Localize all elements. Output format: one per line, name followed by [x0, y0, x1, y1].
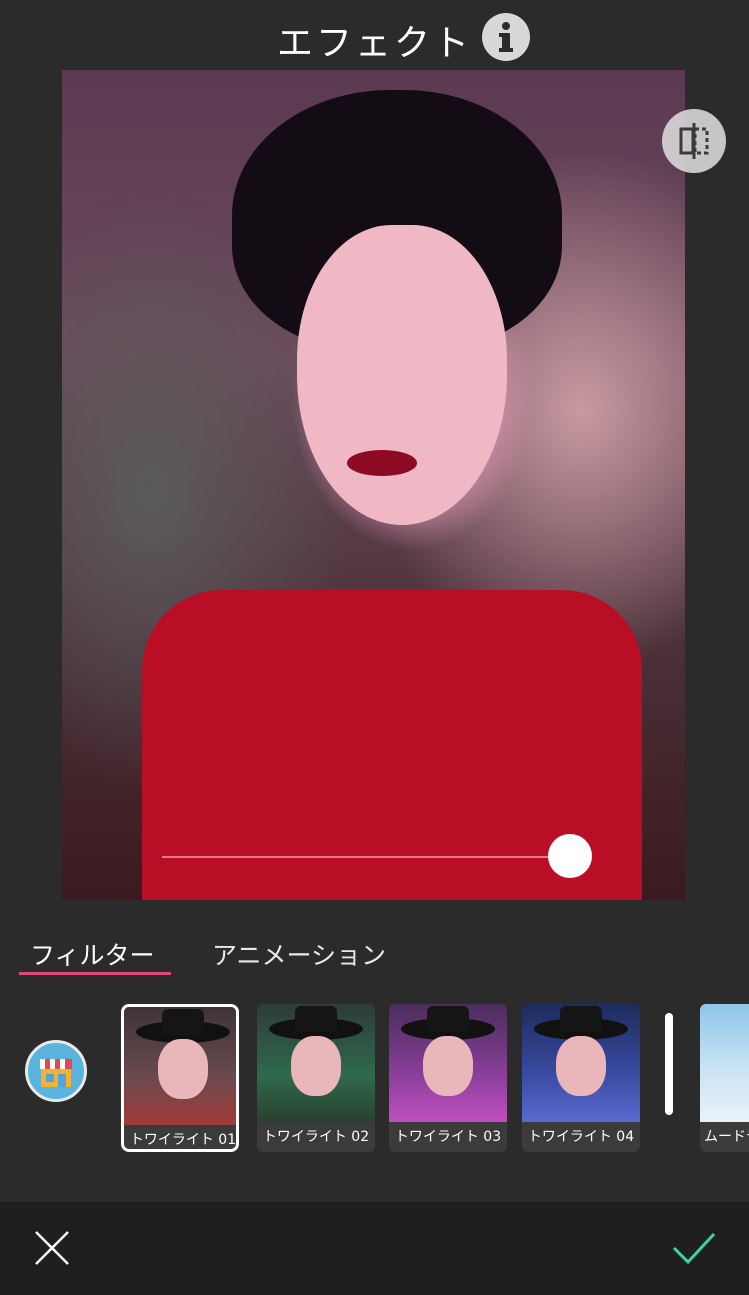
info-icon: [499, 22, 513, 52]
filter-thumbnail: [700, 1004, 749, 1122]
photo-lips: [347, 450, 417, 476]
tab-animation[interactable]: アニメーション: [212, 936, 386, 972]
bottom-toolbar: [0, 1202, 749, 1295]
filter-thumbnail: [389, 1004, 507, 1122]
thumbnail-hat-top: [295, 1006, 337, 1032]
page-title: エフェクト: [276, 23, 472, 64]
photo-face: [297, 225, 507, 525]
thumbnail-face: [423, 1036, 473, 1096]
photo-preview[interactable]: [62, 70, 685, 900]
close-icon: [35, 1231, 69, 1265]
info-button[interactable]: [482, 13, 530, 61]
filter-card-twilight-03[interactable]: トワイライト 03: [389, 1004, 507, 1152]
filter-card-mood[interactable]: ムードデ: [700, 1004, 749, 1152]
header: エフェクト: [0, 0, 749, 70]
filter-label: トワイライト 03: [394, 1129, 502, 1145]
compare-icon: [679, 123, 709, 159]
filter-card-twilight-02[interactable]: トワイライト 02: [257, 1004, 375, 1152]
filter-group-divider: [665, 1013, 673, 1115]
thumbnail-hat-top: [560, 1006, 602, 1032]
intensity-slider-thumb[interactable]: [548, 834, 592, 878]
filter-label: ムードデ: [704, 1129, 749, 1145]
filter-label: トワイライト 01: [129, 1132, 237, 1148]
filter-thumbnail: [124, 1007, 236, 1125]
filter-thumbnail: [522, 1004, 640, 1122]
confirm-button[interactable]: [670, 1226, 718, 1270]
filter-label: トワイライト 04: [527, 1129, 635, 1145]
thumbnail-hat-top: [427, 1006, 469, 1032]
shop-icon: [40, 1059, 72, 1087]
tab-filter[interactable]: フィルター: [30, 936, 155, 972]
cancel-button[interactable]: [30, 1226, 74, 1270]
filter-label: トワイライト 02: [262, 1129, 370, 1145]
thumbnail-face: [291, 1036, 341, 1096]
thumbnail-face: [556, 1036, 606, 1096]
checkmark-icon: [672, 1232, 716, 1265]
filter-card-twilight-04[interactable]: トワイライト 04: [522, 1004, 640, 1152]
filter-card-twilight-01[interactable]: トワイライト 01: [121, 1004, 239, 1152]
compare-button[interactable]: [662, 109, 726, 173]
shop-button[interactable]: [25, 1040, 87, 1102]
active-tab-indicator: [19, 972, 171, 975]
intensity-slider-track[interactable]: [162, 856, 570, 858]
thumbnail-hat-top: [162, 1009, 204, 1035]
filter-thumbnail: [257, 1004, 375, 1122]
thumbnail-face: [158, 1039, 208, 1099]
